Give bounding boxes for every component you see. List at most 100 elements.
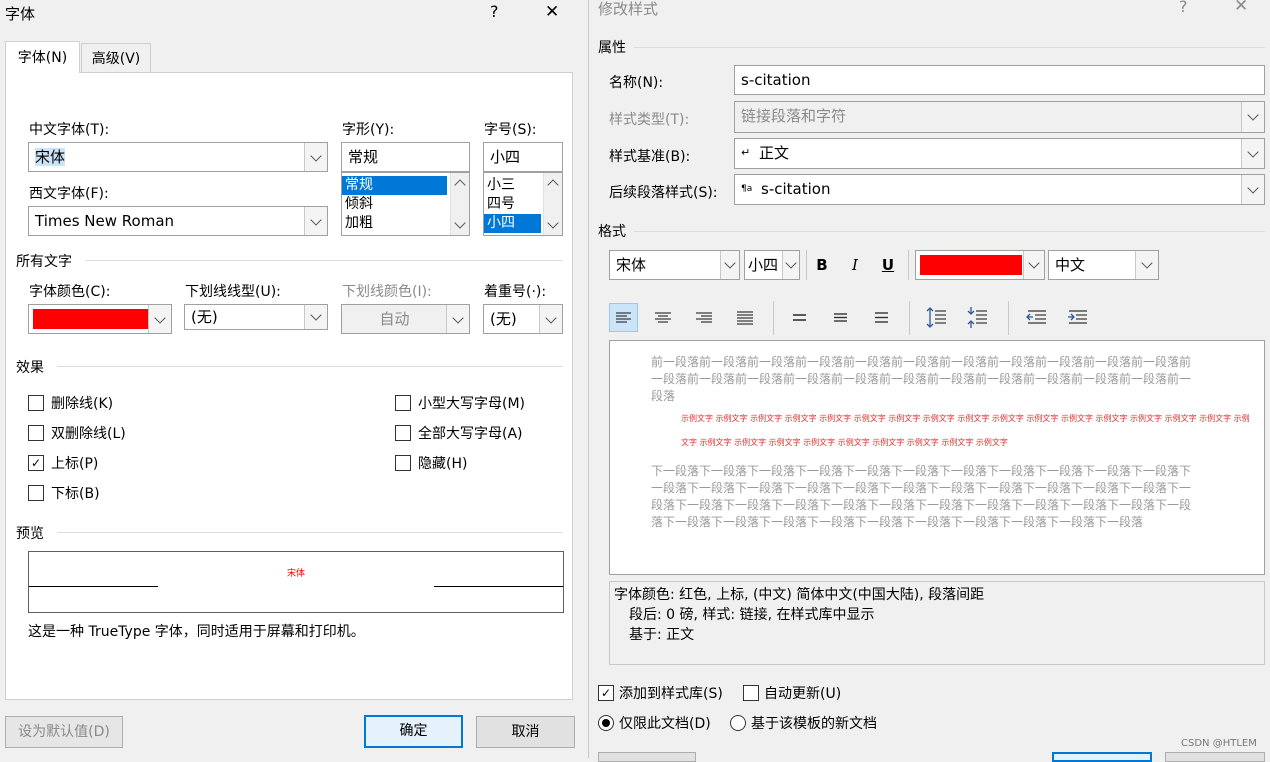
increase-paragraph-spacing-button[interactable] [922,303,951,332]
indent-icon [1068,310,1087,324]
decrease-indent-button[interactable] [1022,303,1051,332]
cancel-button[interactable]: 取消 [476,716,575,748]
new-documents-radio[interactable]: 基于该模板的新文档 [730,713,877,733]
all-caps-checkbox[interactable]: 全部大写字母(A) [395,418,525,448]
name-input[interactable]: s-citation [734,65,1265,95]
line-spacing-single-button[interactable] [785,303,814,332]
one-half-spacing-icon [834,313,847,322]
western-font-label: 西文字体(F): [29,186,109,202]
ok-button[interactable]: 确定 [364,715,463,748]
font-color-combo[interactable] [915,250,1045,280]
chevron-down-icon[interactable] [304,143,327,171]
chevron-down-icon[interactable] [304,207,327,235]
next-style-combo[interactable]: ¶a s-citation [734,174,1265,205]
chevron-up-icon[interactable] [547,177,559,191]
style-based-on-combo[interactable]: ↵ 正文 [734,138,1265,169]
chevron-down-icon[interactable] [547,217,559,229]
chevron-down-icon [446,305,469,333]
chevron-down-icon[interactable] [1023,251,1044,279]
list-item[interactable]: 常规 [342,176,447,195]
scrollbar[interactable] [543,173,562,235]
ok-button[interactable] [1052,752,1152,762]
chevron-down-icon[interactable] [304,305,327,329]
cancel-button[interactable] [1165,752,1265,762]
chevron-down-icon[interactable] [720,251,739,279]
chinese-font-combo[interactable]: 宋体 [28,142,328,172]
checkbox[interactable]: ✓ [28,455,44,471]
style-preview-pane: 前一段落前一段落前一段落前一段落前一段落前一段落前一段落前一段落前一段落前一段落… [609,340,1265,575]
baseline [29,586,158,587]
checkbox-label: 添加到样式库(S) [619,686,723,702]
chevron-down-icon[interactable] [454,217,466,229]
subscript-checkbox[interactable]: 下标(B) [28,478,126,508]
align-center-button[interactable] [649,303,678,332]
decrease-paragraph-spacing-button[interactable] [963,303,992,332]
list-item[interactable]: 小四 [484,214,541,233]
outdent-icon [1026,310,1046,324]
strikethrough-checkbox[interactable]: 删除线(K) [28,388,126,418]
italic-button[interactable]: I [841,251,869,279]
only-this-document-radio[interactable]: 仅限此文档(D) [598,713,711,733]
single-spacing-icon [793,314,806,321]
underline-style-value: (无) [191,308,218,326]
underline-style-combo[interactable]: (无) [184,304,328,330]
font-color-combo[interactable] [28,304,172,334]
style-input[interactable]: 常规 [341,142,470,172]
emphasis-combo[interactable]: (无) [483,304,563,334]
font-name-combo[interactable]: 宋体 [609,250,740,280]
align-right-button[interactable] [690,303,719,332]
checkbox[interactable] [395,455,411,471]
increase-indent-button[interactable] [1063,303,1092,332]
modify-style-title: 修改样式 [598,0,659,18]
checkbox-label: 小型大写字母(M) [418,396,526,412]
script-combo[interactable]: 中文 [1048,250,1159,280]
auto-update-checkbox[interactable]: 自动更新(U) [743,683,841,703]
chevron-up-icon[interactable] [454,177,466,191]
hidden-checkbox[interactable]: 隐藏(H) [395,448,525,478]
checkbox[interactable] [28,395,44,411]
chevron-down-icon[interactable] [782,251,799,279]
line-spacing-1-5-button[interactable] [826,303,855,332]
checkbox[interactable] [28,425,44,441]
size-input[interactable]: 小四 [483,142,563,172]
superscript-checkbox[interactable]: ✓ 上标(P) [28,448,126,478]
font-size-combo[interactable]: 小四 [744,250,800,280]
checkbox[interactable] [395,395,411,411]
help-button[interactable]: ? [490,2,499,21]
set-default-button[interactable]: 设为默认值(D) [5,716,123,748]
chevron-down-icon[interactable] [148,305,171,333]
chevron-down-icon[interactable] [1241,175,1264,204]
watermark: CSDN @HTLEM [1181,738,1257,749]
preview-after-paragraph: 下一段落下一段落下一段落下一段落下一段落下一段落下一段落下一段落下一段落下一段落… [651,464,1192,529]
close-button[interactable]: ✕ [545,2,559,22]
western-font-combo[interactable]: Times New Roman [28,206,328,236]
checkbox[interactable]: ✓ [598,685,614,701]
help-button[interactable]: ? [1179,0,1188,16]
format-button[interactable] [598,752,696,762]
radio-button[interactable] [598,715,614,731]
justify-button[interactable] [731,303,760,332]
radio-button[interactable] [730,715,746,731]
checkbox[interactable] [28,485,44,501]
style-description: 字体颜色: 红色, 上标, (中文) 简体中文(中国大陆), 段落间距 段后: … [609,581,1265,665]
double-strikethrough-checkbox[interactable]: 双删除线(L) [28,418,126,448]
tab-advanced[interactable]: 高级(V) [81,43,151,73]
small-caps-checkbox[interactable]: 小型大写字母(M) [395,388,525,418]
chevron-down-icon[interactable] [1241,139,1264,168]
add-to-gallery-checkbox[interactable]: ✓ 添加到样式库(S) [598,683,723,703]
tab-font[interactable]: 字体(N) [5,41,80,73]
align-left-button[interactable] [609,303,638,332]
scrollbar[interactable] [450,173,469,235]
style-type-combo: 链接段落和字符 [734,101,1265,133]
size-list[interactable]: 小三 四号 小四 [483,172,563,236]
close-button[interactable]: ✕ [1234,0,1248,16]
checkbox[interactable] [395,425,411,441]
checkbox[interactable] [743,685,759,701]
line-spacing-double-button[interactable] [867,303,896,332]
chevron-down-icon[interactable] [1135,251,1158,279]
bold-button[interactable]: B [808,251,836,279]
chevron-down-icon[interactable] [539,305,562,333]
script-value: 中文 [1055,256,1086,274]
style-list[interactable]: 常规 倾斜 加粗 [341,172,470,236]
underline-button[interactable]: U [874,251,902,279]
